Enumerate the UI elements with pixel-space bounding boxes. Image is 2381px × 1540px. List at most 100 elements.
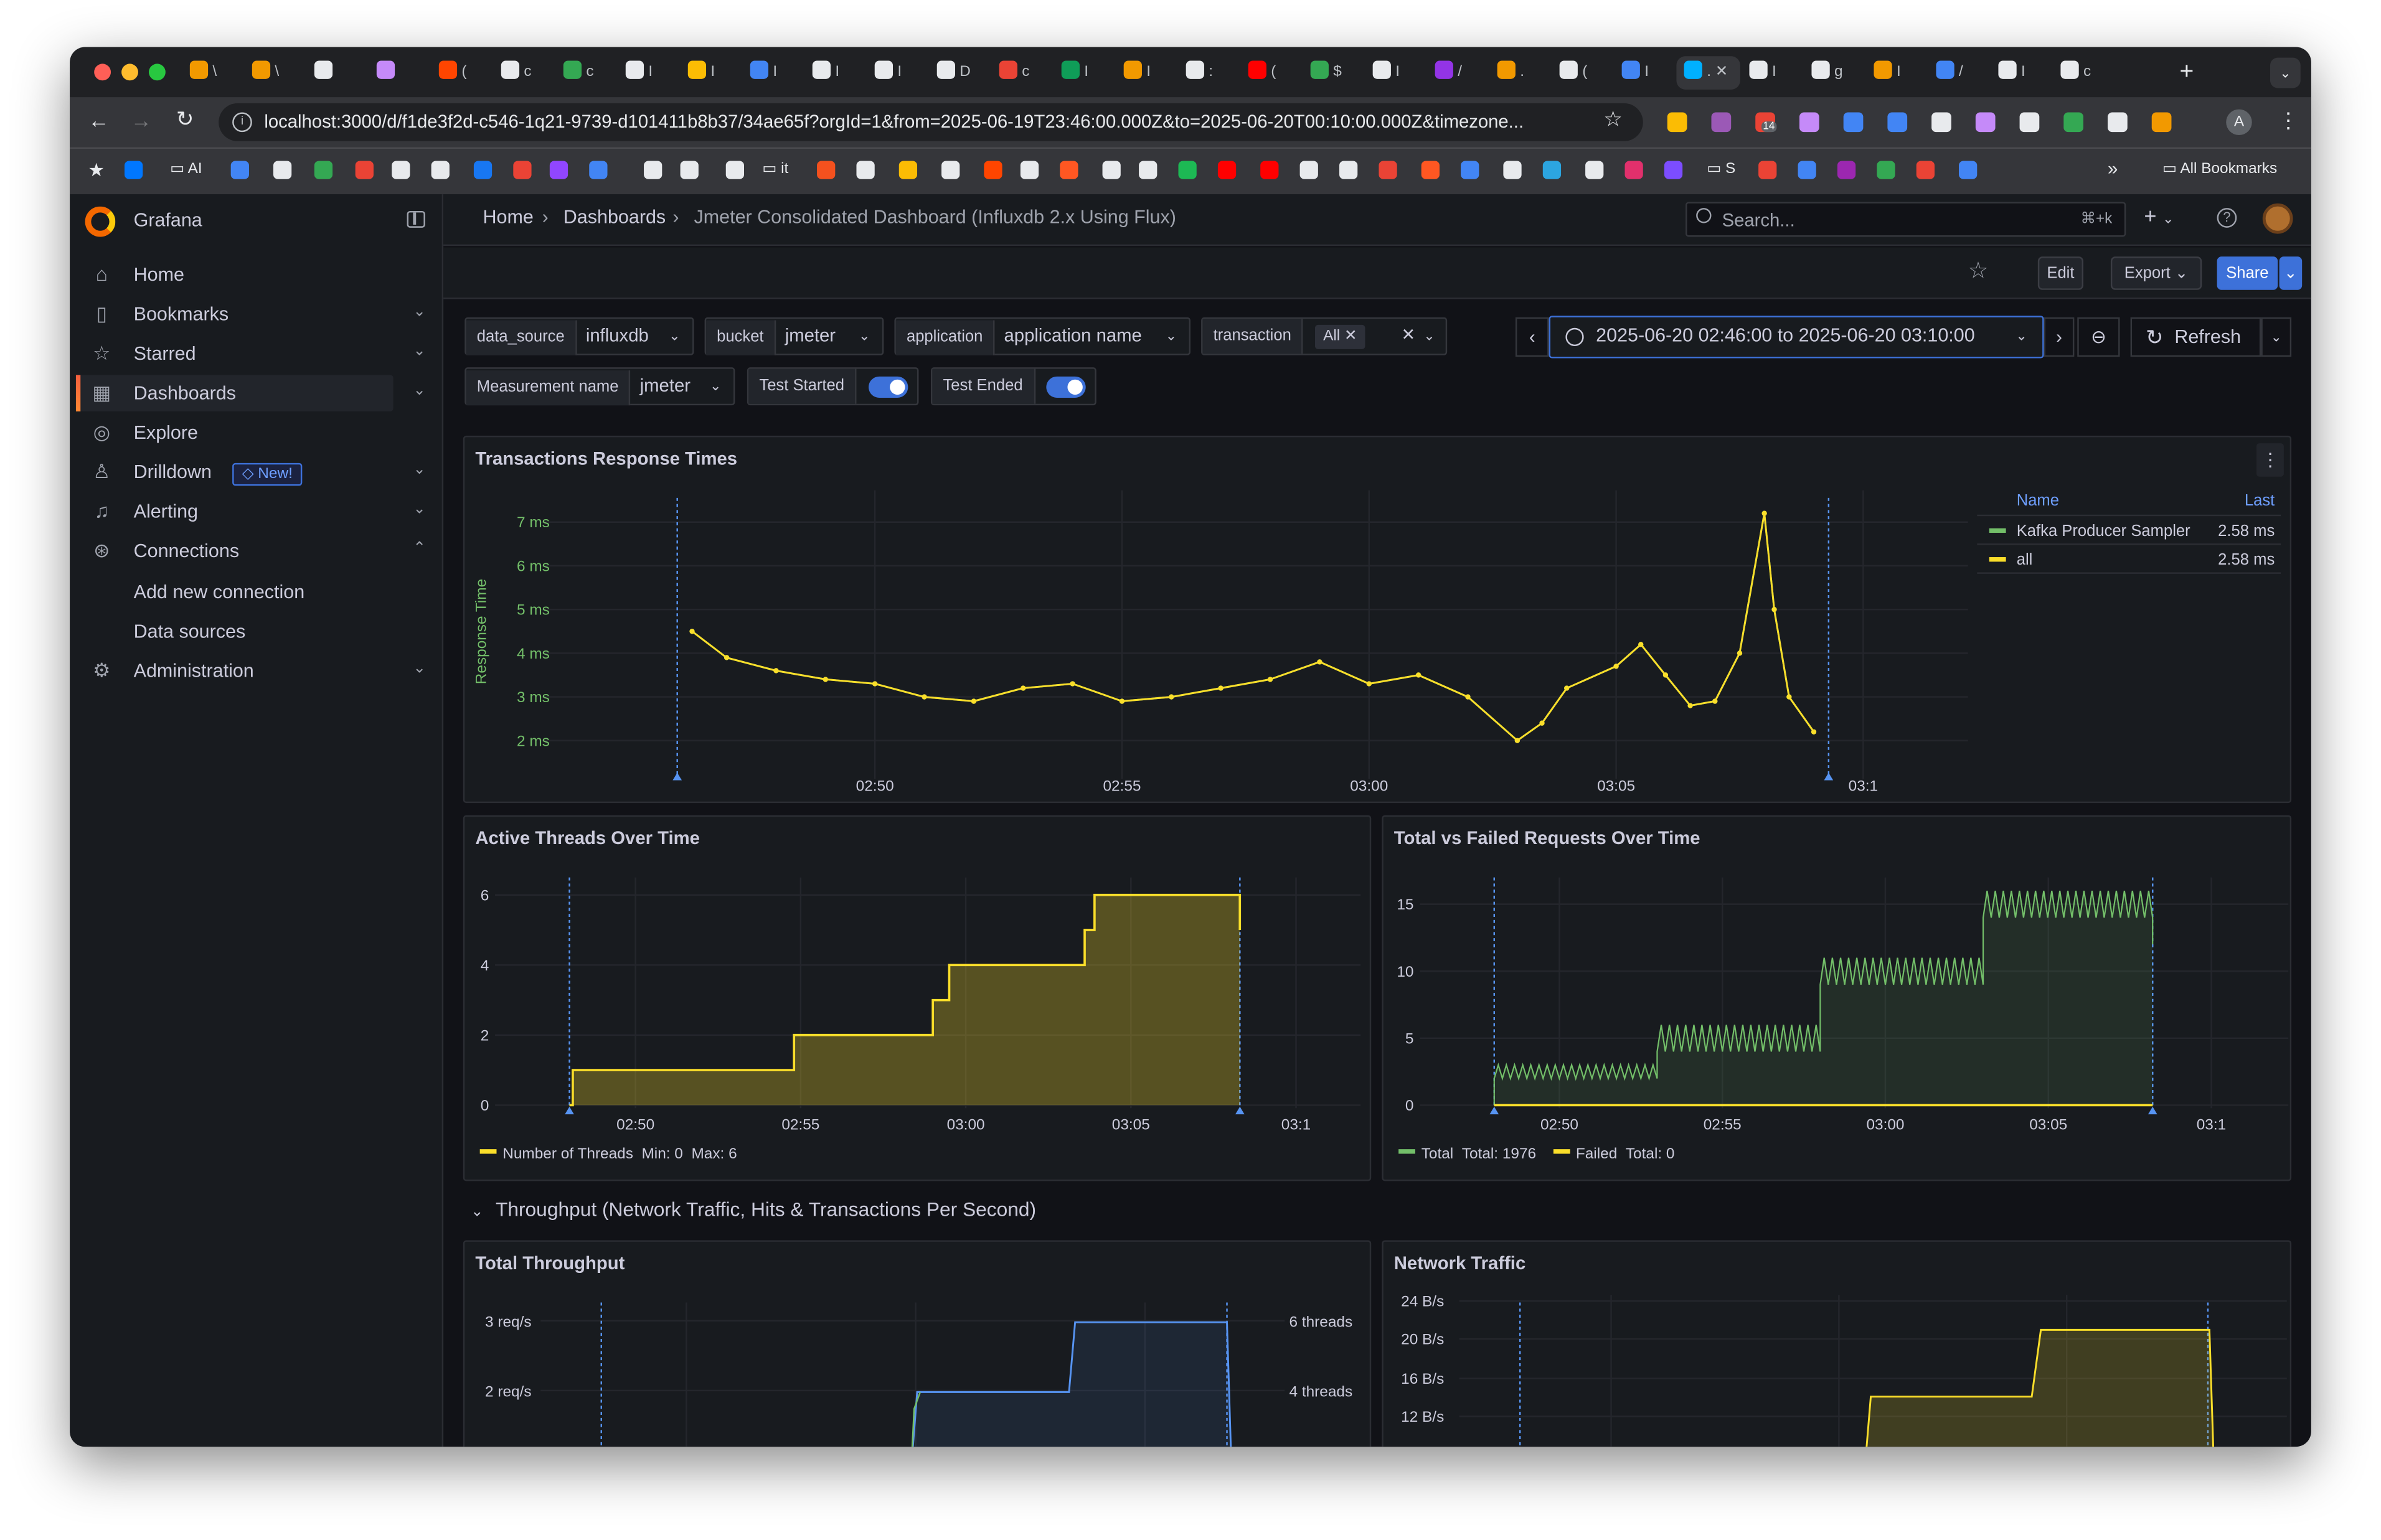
bookmark-favicon-icon[interactable] bbox=[1217, 161, 1237, 179]
bookmark-favicon-icon[interactable] bbox=[355, 161, 374, 179]
bookmark-favicon-icon[interactable] bbox=[898, 161, 918, 179]
browser-tab[interactable]: I bbox=[1742, 56, 1803, 90]
bookmark-favicon-icon[interactable] bbox=[984, 161, 1002, 179]
bookmark-favicon-icon[interactable] bbox=[1421, 161, 1440, 179]
bookmark-favicon-icon[interactable] bbox=[1060, 161, 1078, 179]
sidebar-item-explore[interactable]: ◎ Explore bbox=[76, 415, 394, 451]
bookmark-favicon-icon[interactable] bbox=[1020, 161, 1039, 179]
bookmark-favicon-icon[interactable] bbox=[1798, 161, 1816, 179]
bookmark-favicon-icon[interactable] bbox=[513, 161, 532, 179]
refresh-interval-button[interactable]: ⌄ bbox=[2261, 317, 2292, 357]
variable-transaction[interactable]: transaction All ✕ ✕ ⌄ bbox=[1201, 317, 1448, 355]
help-icon[interactable]: ? bbox=[2217, 208, 2237, 228]
variable-transaction-chip[interactable]: All ✕ bbox=[1315, 324, 1365, 349]
browser-tab[interactable]: I bbox=[1116, 56, 1177, 90]
bookmark-favicon-icon[interactable] bbox=[273, 161, 292, 179]
refresh-button[interactable]: ↻ Refresh bbox=[2130, 317, 2261, 357]
sidebar-item-dashboards[interactable]: ▦ Dashboards bbox=[75, 375, 394, 411]
bookmarks-overflow-icon[interactable]: » bbox=[2108, 158, 2118, 179]
row-throughput-header[interactable]: ⌄ Throughput (Network Traffic, Hits & Tra… bbox=[471, 1198, 1036, 1221]
bookmark-favicon-icon[interactable] bbox=[1339, 161, 1358, 179]
bookmark-favicon-icon[interactable] bbox=[817, 161, 836, 179]
variable-application[interactable]: application application name ⌄ bbox=[894, 317, 1191, 355]
bookmark-favicon-icon[interactable] bbox=[1461, 161, 1479, 179]
export-button[interactable]: Export ⌄ bbox=[2110, 256, 2202, 290]
search-input[interactable]: Search... ⌘+k bbox=[1686, 202, 2126, 237]
breadcrumb-home[interactable]: Home bbox=[483, 207, 534, 228]
bookmark-favicon-icon[interactable] bbox=[856, 161, 875, 179]
time-range-picker[interactable]: 2025-06-20 02:46:00 to 2025-06-20 03:10:… bbox=[1549, 316, 2044, 359]
grafana-logo-icon[interactable] bbox=[85, 206, 116, 237]
share-menu-button[interactable]: ⌄ bbox=[2279, 256, 2303, 290]
browser-tab[interactable]: I bbox=[867, 56, 928, 90]
profile-avatar[interactable]: A bbox=[2226, 109, 2252, 136]
legend-item-failed[interactable]: Failed Total: 0 bbox=[1553, 1146, 1675, 1163]
reload-icon[interactable]: ↻ bbox=[176, 106, 194, 132]
bookmark-favicon-icon[interactable] bbox=[473, 161, 493, 179]
edit-button[interactable]: Edit bbox=[2037, 256, 2084, 290]
legend-item-kafka[interactable]: Kafka Producer Sampler 2.58 ms bbox=[1977, 516, 2281, 545]
breadcrumb-dashboards[interactable]: Dashboards bbox=[563, 207, 666, 228]
expand-chevron-icon[interactable]: ⌄ bbox=[413, 343, 425, 360]
browser-tab[interactable]: c bbox=[2053, 56, 2114, 90]
browser-tab[interactable]: \ bbox=[245, 56, 306, 90]
test-started-toggle[interactable] bbox=[868, 376, 908, 398]
bookmark-star-icon[interactable]: ☆ bbox=[1603, 106, 1623, 132]
clear-transaction-icon[interactable]: ✕ bbox=[1401, 319, 1415, 354]
extension-icon[interactable] bbox=[1799, 112, 1819, 133]
site-info-icon[interactable]: i bbox=[232, 112, 252, 133]
legend-item-all[interactable]: all 2.58 ms bbox=[1977, 545, 2281, 574]
legend-header-last[interactable]: Last bbox=[2245, 492, 2275, 510]
bookmark-favicon-icon[interactable] bbox=[1837, 161, 1856, 179]
extension-icon[interactable] bbox=[1843, 112, 1864, 133]
bookmark-folder-s[interactable]: ▭ S bbox=[1707, 161, 1735, 178]
variable-measurement[interactable]: Measurement name jmeter ⌄ bbox=[464, 367, 735, 406]
browser-tab[interactable] bbox=[307, 56, 368, 90]
bookmark-favicon-icon[interactable] bbox=[1624, 161, 1643, 179]
browser-tab[interactable]: I bbox=[1866, 56, 1927, 90]
active-threads-legend[interactable]: Number of Threads Min: 0 Max: 6 bbox=[479, 1146, 737, 1163]
expand-chevron-icon[interactable]: ⌄ bbox=[413, 383, 425, 400]
extension-icon[interactable] bbox=[1931, 112, 1951, 133]
test-ended-toggle[interactable] bbox=[1046, 376, 1086, 398]
browser-tab[interactable]: c bbox=[556, 56, 617, 90]
time-range-forward-button[interactable]: › bbox=[2044, 317, 2075, 357]
sidebar-item-add-new-connection[interactable]: Add new connection bbox=[76, 574, 394, 611]
new-tab-button[interactable]: + bbox=[2170, 56, 2204, 90]
legend-header-name[interactable]: Name bbox=[2017, 492, 2059, 510]
browser-tab[interactable]: ( bbox=[1552, 56, 1613, 90]
variable-bucket[interactable]: bucket jmeter ⌄ bbox=[704, 317, 884, 355]
sidebar-item-administration[interactable]: ⚙ Administration bbox=[76, 653, 394, 690]
browser-tab[interactable]: c bbox=[992, 56, 1053, 90]
expand-chevron-icon[interactable]: ⌃ bbox=[413, 540, 425, 557]
extension-icon[interactable] bbox=[1887, 112, 1908, 133]
browser-tab[interactable]: I bbox=[805, 56, 866, 90]
sidebar-item-connections[interactable]: ⊛ Connections bbox=[76, 533, 394, 570]
bookmark-favicon-icon[interactable] bbox=[230, 161, 249, 179]
bookmark-favicon-icon[interactable] bbox=[1916, 161, 1935, 179]
dock-menu-icon[interactable] bbox=[407, 210, 425, 228]
browser-tab[interactable]: \ bbox=[182, 56, 243, 90]
browser-tab[interactable]: : bbox=[1178, 56, 1239, 90]
sidebar-item-home[interactable]: ⌂ Home bbox=[76, 256, 394, 293]
bookmark-favicon-icon[interactable] bbox=[941, 161, 960, 179]
bookmark-favicon-icon[interactable] bbox=[1139, 161, 1157, 179]
bookmark-favicon-icon[interactable] bbox=[549, 161, 568, 179]
tab-search-button[interactable]: ⌄ bbox=[2270, 57, 2301, 88]
browser-tab[interactable]: / bbox=[1427, 56, 1488, 90]
legend-item-total[interactable]: Total Total: 1976 bbox=[1398, 1146, 1536, 1163]
browser-tab[interactable]: I bbox=[1054, 56, 1115, 90]
expand-chevron-icon[interactable]: ⌄ bbox=[413, 660, 425, 677]
zoom-out-button[interactable]: ⊖ bbox=[2077, 317, 2120, 357]
sidebar-item-bookmarks[interactable]: ▯ Bookmarks bbox=[76, 296, 394, 333]
browser-tab[interactable]: I bbox=[1991, 56, 2052, 90]
bookmark-favicon-icon[interactable] bbox=[1959, 161, 1978, 179]
bookmark-folder-it[interactable]: ▭ it bbox=[762, 161, 788, 178]
browser-tab[interactable] bbox=[369, 56, 430, 90]
browser-tab[interactable]: D bbox=[930, 56, 991, 90]
bookmark-favicon-icon[interactable] bbox=[1542, 161, 1562, 179]
browser-tab[interactable]: I bbox=[1614, 56, 1675, 90]
close-window-button[interactable] bbox=[94, 63, 111, 81]
sidebar-item-alerting[interactable]: ♫ Alerting bbox=[76, 494, 394, 530]
bookmark-favicon-icon[interactable] bbox=[1877, 161, 1895, 179]
